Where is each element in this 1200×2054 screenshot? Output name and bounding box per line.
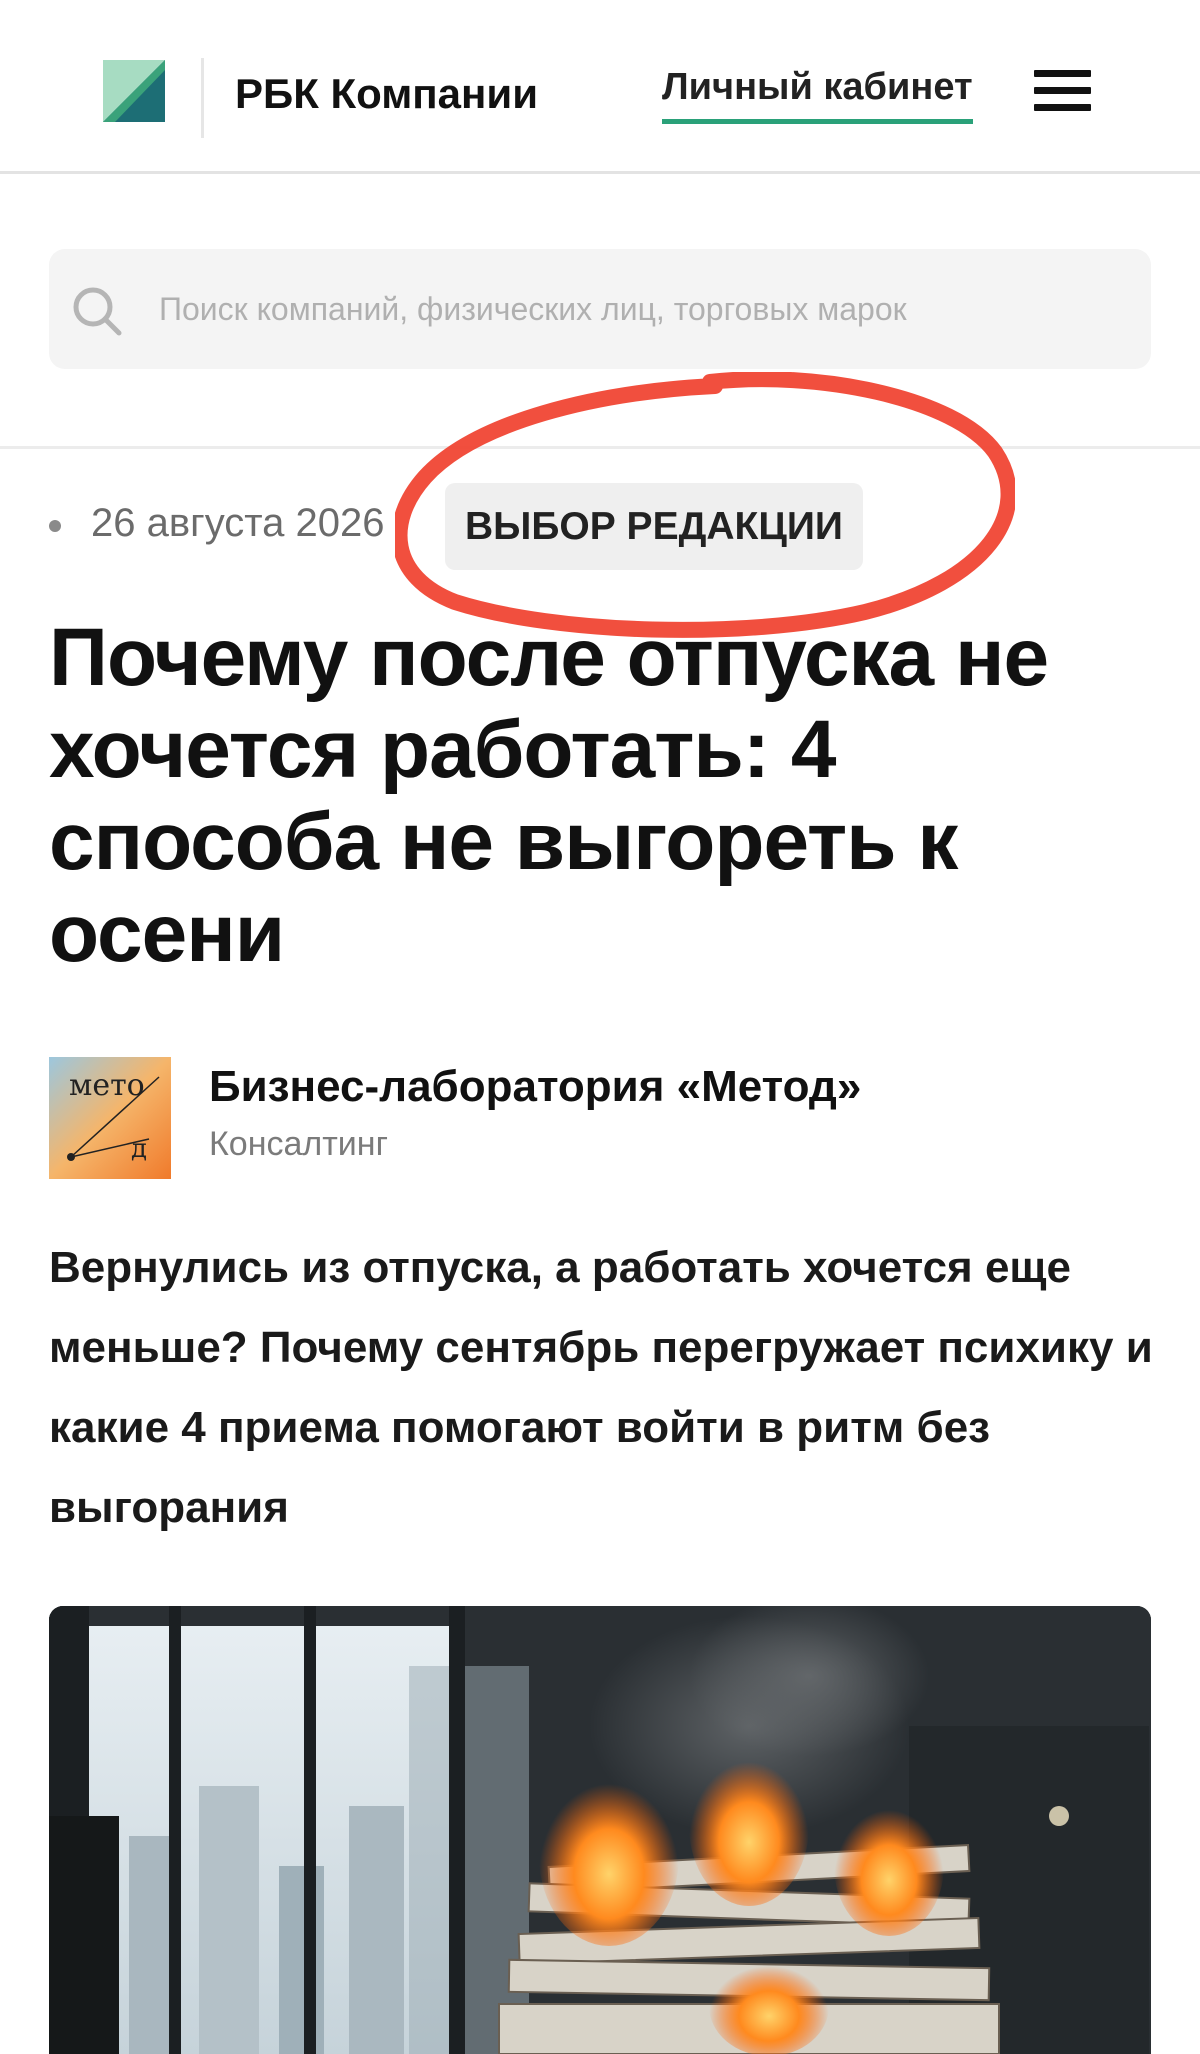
svg-text:д: д [131, 1134, 147, 1164]
editors-choice-badge[interactable]: ВЫБОР РЕДАКЦИИ [445, 483, 863, 570]
search-section [0, 177, 1200, 449]
search-input[interactable] [159, 249, 1119, 369]
search-icon [73, 287, 122, 336]
svg-text:мето: мето [69, 1068, 145, 1103]
logo-icon[interactable] [103, 60, 165, 122]
author-block[interactable]: мето д Бизнес-лаборатория «Метод» Консал… [49, 1057, 1159, 1179]
article-image[interactable] [49, 1606, 1151, 2054]
personal-cabinet-link[interactable]: Личный кабинет [662, 66, 973, 124]
search-box[interactable] [49, 249, 1151, 369]
article-title: Почему после отпуска не хочется работать… [49, 612, 1049, 979]
brand-name[interactable]: РБК Компании [235, 70, 538, 118]
burning-papers-image [49, 1606, 1151, 2054]
top-header: РБК Компании Личный кабинет [0, 0, 1200, 174]
author-name[interactable]: Бизнес-лаборатория «Метод» [209, 1062, 861, 1112]
article-meta: 26 августа 2026 ВЫБОР РЕДАКЦИИ [49, 483, 1159, 573]
meta-bullet [49, 520, 61, 532]
author-logo[interactable]: мето д [49, 1057, 171, 1179]
logo-divider [201, 58, 204, 138]
article-date: 26 августа 2026 [91, 501, 385, 545]
author-category: Консалтинг [209, 1125, 388, 1163]
menu-icon[interactable] [1034, 70, 1091, 118]
article-lead: Вернулись из отпуска, а работать хочется… [49, 1243, 1153, 1532]
